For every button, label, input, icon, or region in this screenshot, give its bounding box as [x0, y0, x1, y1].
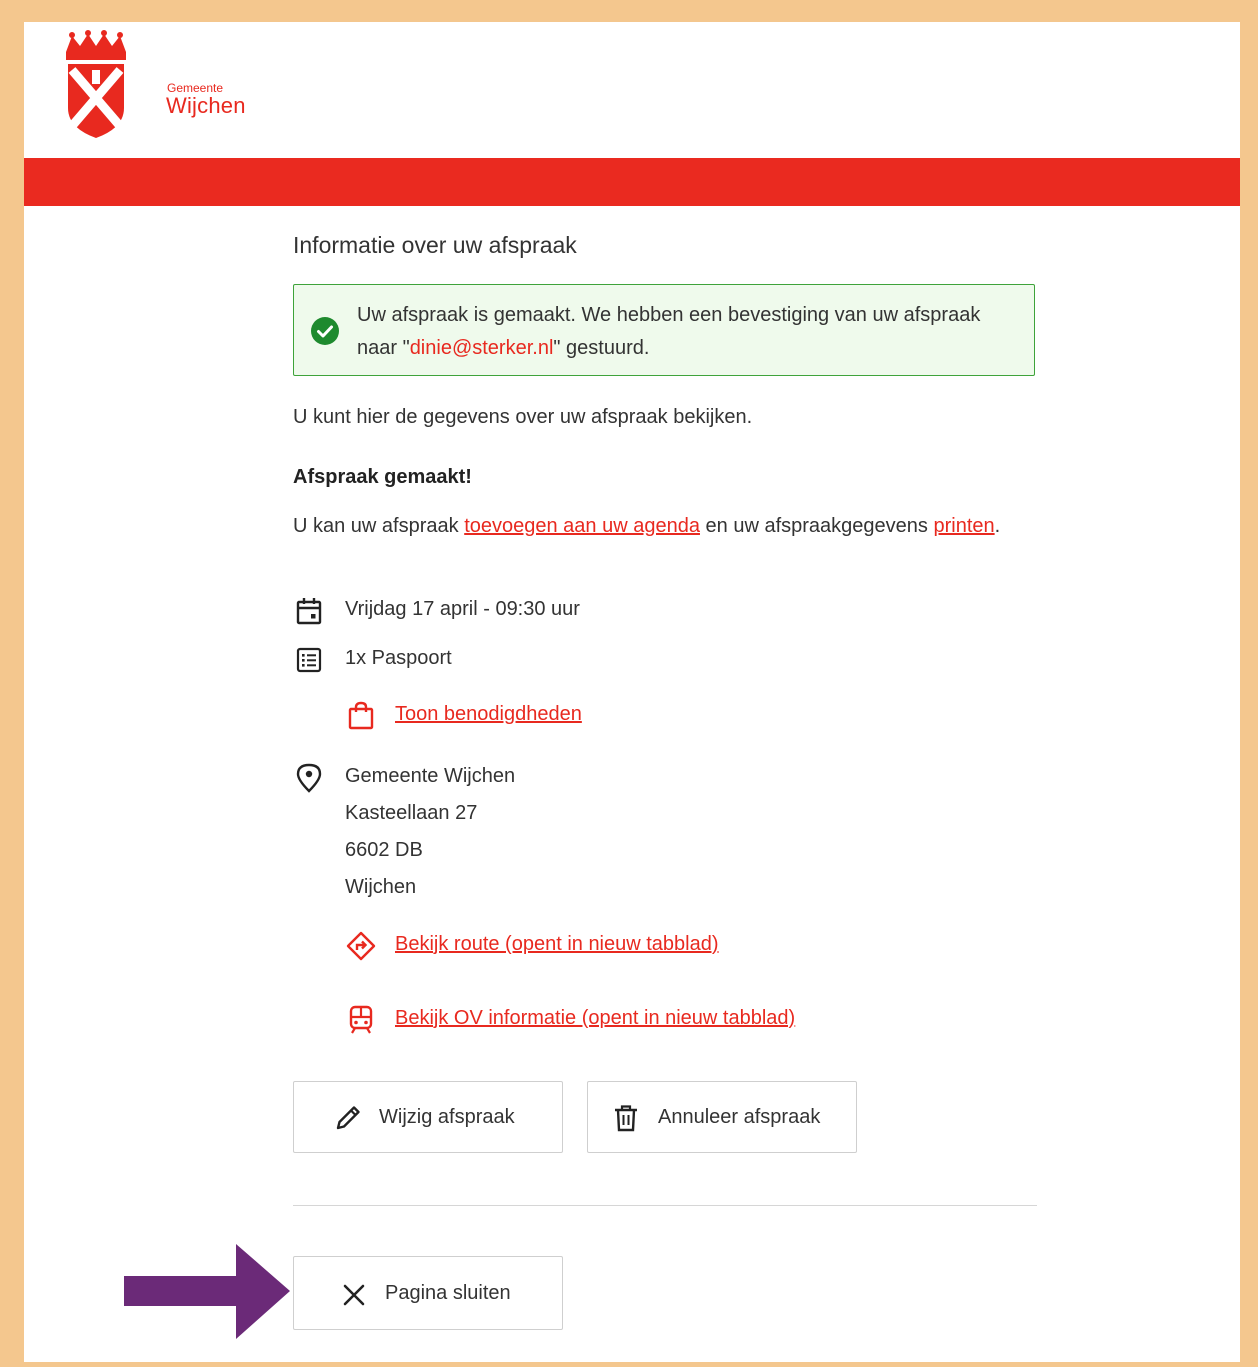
success-text: Uw afspraak is gemaakt. We hebben een be… — [357, 299, 997, 365]
location-block: Gemeente Wijchen Kasteellaan 27 6602 DB … — [293, 762, 1037, 912]
site-header: Gemeente Wijchen — [24, 22, 1240, 158]
appointment-date-row: Vrijdag 17 april - 09:30 uur — [293, 595, 1037, 627]
logo-title: Wijchen — [166, 93, 246, 118]
brand-bar — [24, 158, 1240, 206]
cancel-appointment-button[interactable]: Annuleer afspraak — [587, 1081, 857, 1153]
page-title: Informatie over uw afspraak — [293, 232, 577, 258]
check-circle-icon — [311, 317, 339, 345]
list-icon — [296, 647, 322, 673]
show-requirements-link[interactable]: Toon benodigdheden — [395, 703, 582, 726]
coat-of-arms-icon — [66, 30, 126, 138]
shopping-bag-icon — [348, 701, 374, 730]
location-city: Wijchen — [345, 876, 417, 898]
success-message: Uw afspraak is gemaakt. We hebben een be… — [293, 284, 1035, 376]
view-ov-info-link[interactable]: Bekijk OV informatie (opent in nieuw tab… — [395, 1007, 795, 1030]
edit-appointment-label: Wijzig afspraak — [379, 1106, 515, 1128]
success-text-end: " gestuurd. — [553, 337, 650, 359]
appointment-product: 1x Paspoort — [345, 647, 452, 669]
requirements-row: Toon benodigdheden — [293, 700, 1037, 732]
trash-icon — [615, 1105, 637, 1132]
info-text-2: en uw afspraakgegevens — [699, 515, 934, 537]
calendar-icon — [296, 598, 322, 625]
add-to-calendar-link[interactable]: toevoegen aan uw agenda — [464, 515, 700, 537]
page-frame: Gemeente Wijchen Informatie over uw afsp… — [24, 22, 1240, 1362]
view-route-link[interactable]: Bekijk route (opent in nieuw tabblad) — [395, 933, 719, 956]
public-transport-row: Bekijk OV informatie (opent in nieuw tab… — [293, 1004, 1037, 1036]
divider — [293, 1205, 1037, 1206]
route-icon — [346, 931, 376, 961]
train-icon — [349, 1005, 373, 1034]
email-address: dinie@sterker.nl — [409, 337, 554, 359]
arrow-pointer-icon — [124, 1244, 290, 1339]
print-link[interactable]: printen — [933, 515, 994, 537]
info-text-1: U kan uw afspraak — [293, 515, 465, 537]
info-paragraph: U kan uw afspraak toevoegen aan uw agend… — [293, 508, 1033, 545]
location-postcode: 6602 DB — [345, 839, 423, 861]
intro-text: U kunt hier de gegevens over uw afspraak… — [293, 406, 753, 428]
location-street: Kasteellaan 27 — [345, 802, 478, 824]
route-row: Bekijk route (opent in nieuw tabblad) — [293, 930, 1037, 962]
appointment-date: Vrijdag 17 april - 09:30 uur — [345, 598, 580, 620]
close-page-button[interactable]: Pagina sluiten — [293, 1256, 563, 1330]
close-icon — [343, 1284, 365, 1306]
appointment-product-row: 1x Paspoort — [293, 644, 1037, 676]
cancel-appointment-label: Annuleer afspraak — [658, 1106, 821, 1128]
pencil-icon — [336, 1106, 360, 1130]
close-page-label: Pagina sluiten — [385, 1282, 511, 1304]
location-name: Gemeente Wijchen — [345, 765, 516, 787]
gemeente-wijchen-logo[interactable]: Gemeente Wijchen — [62, 30, 245, 140]
location-pin-icon — [296, 763, 322, 793]
edit-appointment-button[interactable]: Wijzig afspraak — [293, 1081, 563, 1153]
section-heading: Afspraak gemaakt! — [293, 466, 472, 488]
info-text-3: . — [994, 515, 1001, 537]
